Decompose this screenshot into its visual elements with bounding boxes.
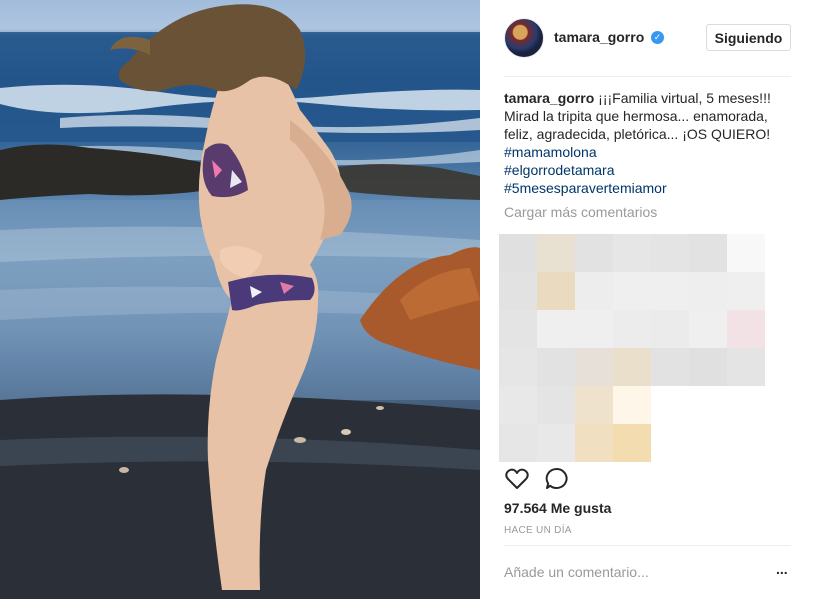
post-photo[interactable]: [0, 0, 480, 599]
hashtag-link[interactable]: #5mesesparavertemiamor: [504, 179, 789, 197]
post-header: tamara_gorro ✓ Siguiendo: [480, 0, 814, 76]
post-actions: [504, 466, 791, 494]
post-side-panel: tamara_gorro ✓ Siguiendo tamara_gorro ¡¡…: [480, 0, 814, 599]
load-more-comments-link[interactable]: Cargar más comentarios: [504, 204, 657, 220]
avatar[interactable]: [504, 18, 544, 58]
comment-divider: [504, 545, 791, 546]
likes-count[interactable]: 97.564 Me gusta: [504, 500, 611, 516]
beach-photo-illustration: [0, 0, 480, 599]
following-button[interactable]: Siguiendo: [706, 24, 791, 51]
speech-bubble-icon[interactable]: [544, 466, 570, 492]
blurred-comments: [499, 234, 779, 462]
post-username[interactable]: tamara_gorro: [554, 29, 644, 45]
header-divider: [504, 76, 791, 77]
hashtag-link[interactable]: #elgorrodetamara: [504, 161, 789, 179]
caption: tamara_gorro ¡¡¡Familia virtual, 5 meses…: [504, 89, 789, 197]
ellipsis-icon[interactable]: ...: [776, 562, 792, 580]
heart-icon[interactable]: [504, 466, 530, 492]
verified-badge-icon: ✓: [651, 31, 664, 44]
caption-username[interactable]: tamara_gorro: [504, 90, 594, 106]
post-date[interactable]: HACE UN DÍA: [504, 525, 572, 536]
comment-input[interactable]: [504, 562, 754, 582]
hashtag-link[interactable]: #mamamolona: [504, 143, 789, 161]
